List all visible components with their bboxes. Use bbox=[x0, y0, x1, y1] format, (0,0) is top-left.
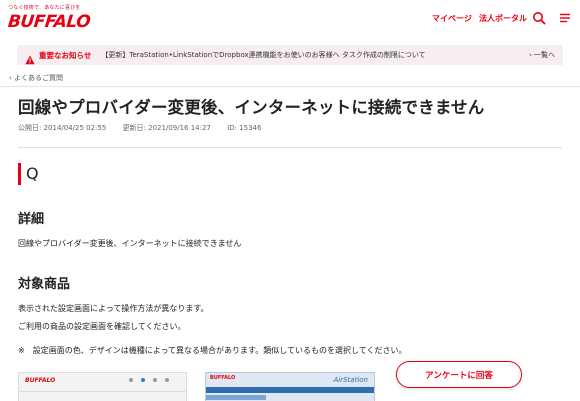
detail-text: 回線やプロバイダー変更後、インターネットに接続できません bbox=[18, 239, 242, 248]
thumbnail-subnav bbox=[206, 395, 266, 400]
updated-date: 更新日: 2021/09/16 14:27 bbox=[122, 124, 211, 132]
logo-brand: BUFFALO bbox=[6, 12, 92, 32]
thumbnail-divider bbox=[19, 391, 186, 392]
corporate-portal-link[interactable]: 法人ポータル bbox=[479, 13, 527, 24]
thumbnail-dot bbox=[153, 378, 157, 382]
logo-tagline: つなぐ技術で、あなたに喜びを bbox=[8, 5, 81, 11]
thumbnail-dot bbox=[165, 378, 169, 382]
notice-label: 重要なお知らせ bbox=[39, 50, 92, 60]
thumbnail-dot bbox=[141, 378, 145, 382]
design-note: ※ 設定画面の色、デザインは機種によって異なる場合があります。類似しているものを… bbox=[18, 346, 407, 355]
thumbnail-product: AirStation bbox=[333, 376, 369, 384]
divider bbox=[18, 147, 562, 148]
question-label: Q bbox=[26, 164, 39, 183]
settings-screen-thumbnail-1[interactable]: BUFFALO bbox=[18, 372, 187, 401]
products-text-2: ご利用の商品の設定画面を確認してください。 bbox=[18, 322, 186, 331]
divider bbox=[0, 86, 580, 87]
notice-list-label: 一覧へ bbox=[534, 51, 555, 59]
breadcrumb[interactable]: ‹ よくあるご質問 bbox=[9, 73, 63, 83]
important-notice-bar[interactable]: 重要なお知らせ 【更新】TeraStation•LinkStationでDrop… bbox=[17, 45, 563, 65]
site-header: つなぐ技術で、あなたに喜びを BUFFALO マイページ 法人ポータル bbox=[0, 0, 580, 38]
thumbnail-dot bbox=[129, 378, 133, 382]
thumbnail-brand: BUFFALO bbox=[210, 375, 236, 381]
published-date: 公開日: 2014/04/25 02:55 bbox=[18, 124, 107, 132]
survey-button-label: アンケートに回答 bbox=[425, 370, 493, 381]
page-title: 回線やプロバイダー変更後、インターネットに接続できません bbox=[18, 98, 485, 117]
settings-screen-thumbnail-2[interactable]: BUFFALO AirStation bbox=[205, 372, 375, 401]
buffalo-logo[interactable]: つなぐ技術で、あなたに喜びを BUFFALO bbox=[6, 4, 92, 34]
thumbnail-brand: BUFFALO bbox=[25, 377, 56, 384]
products-heading: 対象商品 bbox=[18, 277, 71, 292]
notice-text-link[interactable]: 【更新】TeraStation•LinkStationでDropbox連携機能を… bbox=[101, 50, 481, 60]
products-text-1: 表示された設定画面によって操作方法が異なります。 bbox=[18, 304, 209, 313]
breadcrumb-faq[interactable]: よくあるご質問 bbox=[14, 74, 63, 82]
detail-heading: 詳細 bbox=[18, 212, 45, 227]
thumbnail-nav bbox=[206, 387, 374, 393]
q-accent-bar bbox=[18, 163, 21, 185]
article-meta: 公開日: 2014/04/25 02:55 更新日: 2021/09/16 14… bbox=[18, 123, 275, 133]
notice-list-link[interactable]: › 一覧へ bbox=[529, 50, 555, 60]
survey-button[interactable]: アンケートに回答 bbox=[396, 361, 522, 388]
article-id: ID: 15346 bbox=[227, 124, 262, 132]
menu-icon[interactable] bbox=[558, 10, 572, 24]
my-page-link[interactable]: マイページ bbox=[432, 13, 472, 24]
chevron-left-icon: ‹ bbox=[9, 74, 12, 82]
warning-icon bbox=[25, 50, 35, 65]
search-icon[interactable] bbox=[532, 10, 546, 25]
